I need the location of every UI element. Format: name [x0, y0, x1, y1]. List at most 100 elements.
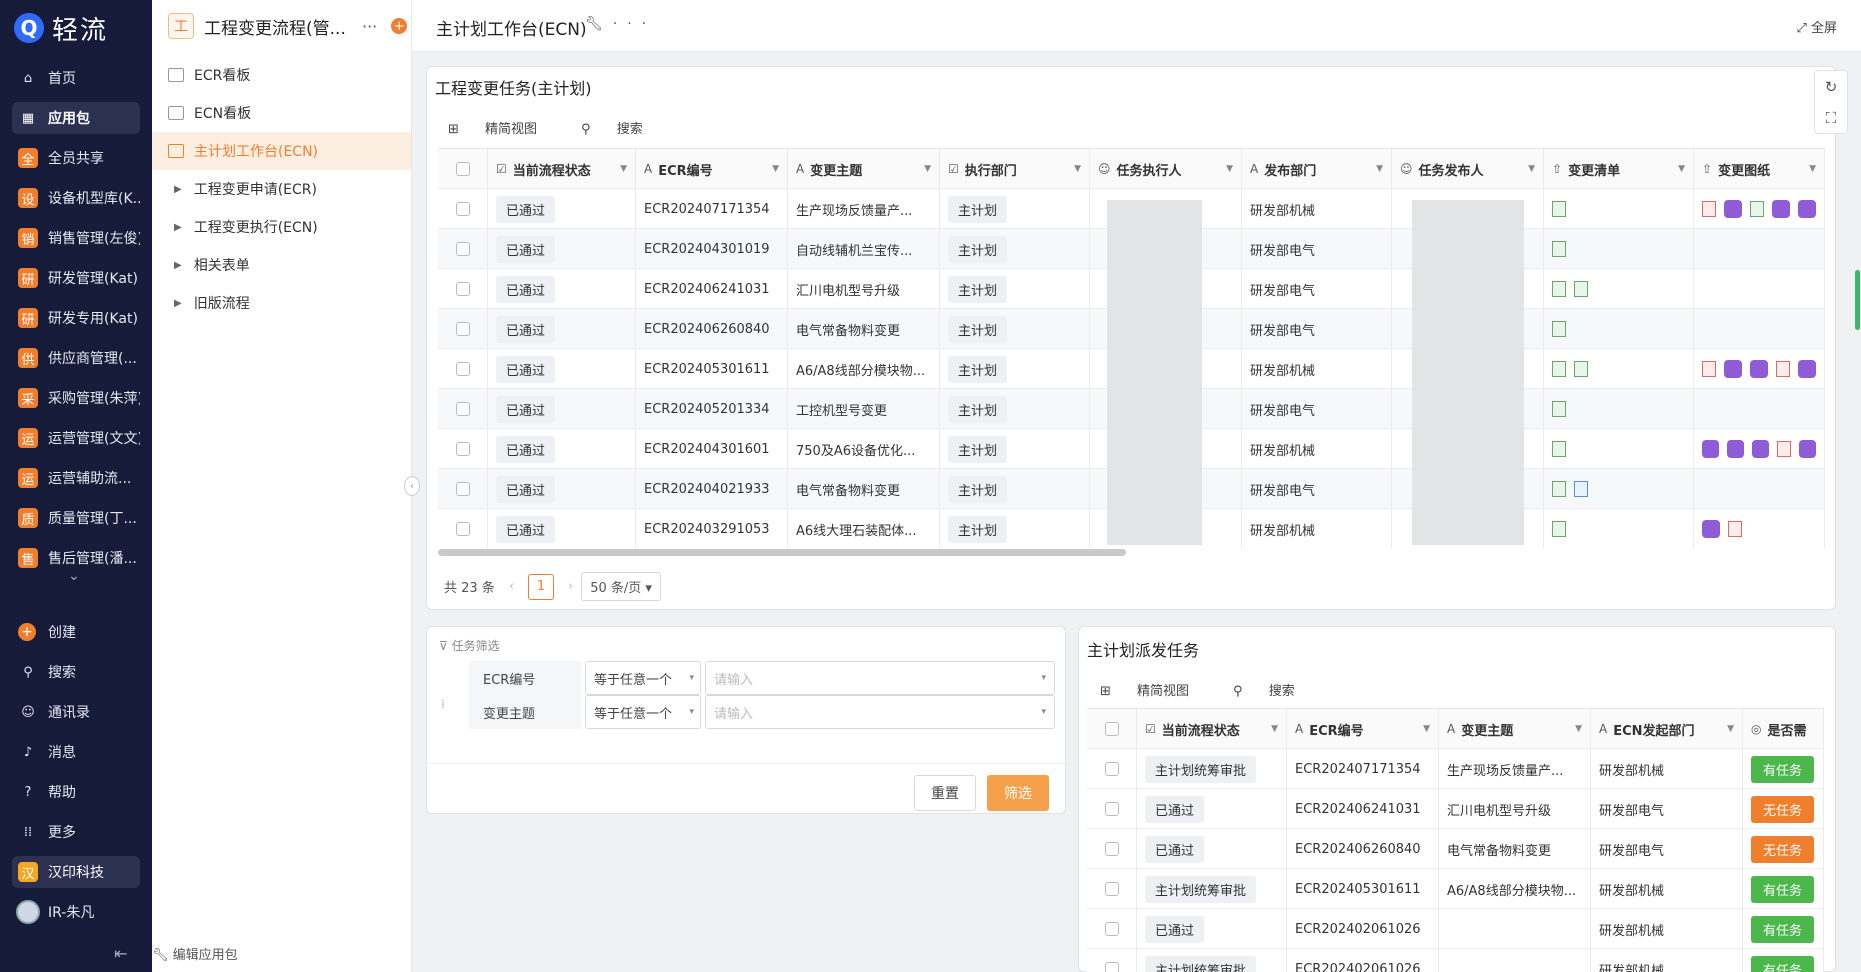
topic-cell[interactable]: A6线大理石装配体...: [788, 509, 940, 548]
column-header[interactable]: A 变更主题 ▼: [1439, 709, 1591, 749]
row-select-cell[interactable]: [438, 309, 488, 349]
ecr-cell[interactable]: ECR202405201334: [636, 389, 788, 429]
select-all-checkbox[interactable]: [1104, 722, 1119, 736]
add-icon[interactable]: +: [391, 18, 408, 34]
xlsx-file-icon[interactable]: [1552, 441, 1566, 457]
user-profile[interactable]: IR-朱凡: [16, 900, 94, 924]
else-file-icon[interactable]: [1750, 201, 1764, 217]
nav-bottom-4[interactable]: ? 帮助: [12, 776, 140, 808]
row-checkbox[interactable]: [1104, 882, 1119, 896]
column-header[interactable]: ☺ 任务执行人 ▼: [1090, 149, 1242, 189]
topic-cell[interactable]: [1439, 909, 1591, 949]
app-title[interactable]: 工程变更流程(管...: [204, 14, 354, 39]
topic-cell[interactable]: 电气常备物料变更: [788, 309, 940, 349]
purple-file-icon[interactable]: [1750, 360, 1768, 378]
nav-item-2[interactable]: 全全员共享: [12, 142, 140, 174]
nav-item-9[interactable]: 运运营管理(文文): [12, 422, 140, 454]
xlsx-file-icon[interactable]: [1574, 361, 1588, 377]
nav-item-1[interactable]: ▦ 应用包: [12, 102, 140, 134]
prev-page-icon[interactable]: ‹: [509, 579, 514, 594]
reset-button[interactable]: 重置: [914, 775, 976, 811]
change-list-cell[interactable]: [1544, 469, 1694, 509]
row-checkbox[interactable]: [455, 442, 470, 456]
topic-cell[interactable]: A6/A8线部分模块物...: [788, 349, 940, 389]
purple-file-icon[interactable]: [1702, 520, 1720, 538]
row-select-cell[interactable]: [438, 269, 488, 309]
ecr-cell[interactable]: ECR202406260840: [636, 309, 788, 349]
column-header[interactable]: A ECR编号 ▼: [1287, 709, 1439, 749]
nav-item-11[interactable]: 质质量管理(丁...: [12, 502, 140, 534]
filter-operator-select[interactable]: 等于任意一个 ▾: [585, 695, 701, 729]
change-list-cell[interactable]: [1544, 269, 1694, 309]
row-checkbox[interactable]: [455, 322, 470, 336]
row-checkbox[interactable]: [1104, 842, 1119, 856]
row-select-cell[interactable]: [1087, 949, 1137, 972]
change-list-cell[interactable]: [1544, 429, 1694, 469]
page-number[interactable]: 1: [528, 573, 555, 600]
ecr-cell[interactable]: ECR202405301611: [636, 349, 788, 389]
row-checkbox[interactable]: [455, 482, 470, 496]
row-select-cell[interactable]: [438, 349, 488, 389]
nav-item-6[interactable]: 研研发专用(Kat): [12, 302, 140, 334]
topic-cell[interactable]: 电气常备物料变更: [788, 469, 940, 509]
ecr-cell[interactable]: ECR202407171354: [636, 189, 788, 229]
sub-item-1[interactable]: ECN看板: [152, 94, 411, 132]
sub-item-4[interactable]: ▶ 工程变更执行(ECN): [152, 208, 411, 246]
nav-item-4[interactable]: 销销售管理(左俊): [12, 222, 140, 254]
topic-cell[interactable]: 汇川电机型号升级: [1439, 789, 1591, 829]
nav-item-5[interactable]: 研研发管理(Kat): [12, 262, 140, 294]
row-checkbox[interactable]: [1104, 962, 1119, 972]
column-header[interactable]: A 发布部门 ▼: [1242, 149, 1392, 189]
sub-item-0[interactable]: ECR看板: [152, 56, 411, 94]
column-header[interactable]: ☑ 当前流程状态 ▼: [1137, 709, 1287, 749]
vertical-scrollbar[interactable]: [1855, 270, 1860, 330]
task-flag-button[interactable]: 有任务: [1751, 875, 1815, 903]
ecr-cell[interactable]: ECR202404301601: [636, 429, 788, 469]
view-toggle[interactable]: ⊞ 精简视图: [448, 118, 559, 137]
fullscreen-button[interactable]: ⤢ 全屏: [1796, 17, 1837, 36]
column-header[interactable]: ☑ 当前流程状态 ▼: [488, 149, 636, 189]
pdf-file-icon[interactable]: [1702, 201, 1716, 217]
row-select-cell[interactable]: [1087, 789, 1137, 829]
purple-file-icon[interactable]: [1772, 200, 1790, 218]
row-checkbox[interactable]: [455, 362, 470, 376]
refresh-icon[interactable]: ↻: [1825, 78, 1838, 96]
column-header[interactable]: ⇧ 变更清单 ▼: [1544, 149, 1694, 189]
xlsx-file-icon[interactable]: [1552, 201, 1566, 217]
filter-submit-button[interactable]: 筛选: [987, 775, 1049, 811]
row-select-cell[interactable]: [438, 189, 488, 229]
topic-cell[interactable]: 750及A6设备优化...: [788, 429, 940, 469]
column-header[interactable]: ◎ 是否需: [1743, 709, 1824, 749]
filter-operator-select[interactable]: 等于任意一个 ▾: [585, 661, 701, 695]
topic-cell[interactable]: [1439, 949, 1591, 972]
select-all-cell[interactable]: [438, 149, 488, 189]
nav-item-10[interactable]: 运运营辅助流...: [12, 462, 140, 494]
drawing-cell[interactable]: [1694, 349, 1825, 389]
drawing-cell[interactable]: [1694, 389, 1825, 429]
column-header[interactable]: ⇧ 变更图纸 ▼: [1694, 149, 1825, 189]
nav-bottom-1[interactable]: ⚲ 搜索: [12, 656, 140, 688]
row-checkbox[interactable]: [455, 522, 470, 536]
ecr-cell[interactable]: ECR202406241031: [636, 269, 788, 309]
filter-value-input[interactable]: 请输入 ▾: [705, 661, 1055, 695]
drawing-cell[interactable]: [1694, 429, 1825, 469]
xlsx-file-icon[interactable]: [1552, 321, 1566, 337]
row-checkbox[interactable]: [1104, 802, 1119, 816]
row-checkbox[interactable]: [1104, 762, 1119, 776]
filter-value-input[interactable]: 请输入 ▾: [705, 695, 1055, 729]
view-toggle[interactable]: ⊞ 精简视图: [1100, 680, 1211, 699]
row-checkbox[interactable]: [1104, 922, 1119, 936]
pdf-file-icon[interactable]: [1776, 361, 1790, 377]
row-checkbox[interactable]: [455, 402, 470, 416]
next-page-icon[interactable]: ›: [568, 579, 573, 594]
column-header[interactable]: A ECR编号 ▼: [636, 149, 788, 189]
xlsx-file-icon[interactable]: [1552, 241, 1566, 257]
change-list-cell[interactable]: [1544, 349, 1694, 389]
chevron-down-icon[interactable]: ⌄: [68, 568, 80, 584]
table-search[interactable]: ⚲ 搜索: [581, 118, 665, 137]
drawing-cell[interactable]: [1694, 469, 1825, 509]
row-select-cell[interactable]: [438, 429, 488, 469]
nav-item-8[interactable]: 采采购管理(朱萍): [12, 382, 140, 414]
row-select-cell[interactable]: [1087, 909, 1137, 949]
row-select-cell[interactable]: [438, 469, 488, 509]
